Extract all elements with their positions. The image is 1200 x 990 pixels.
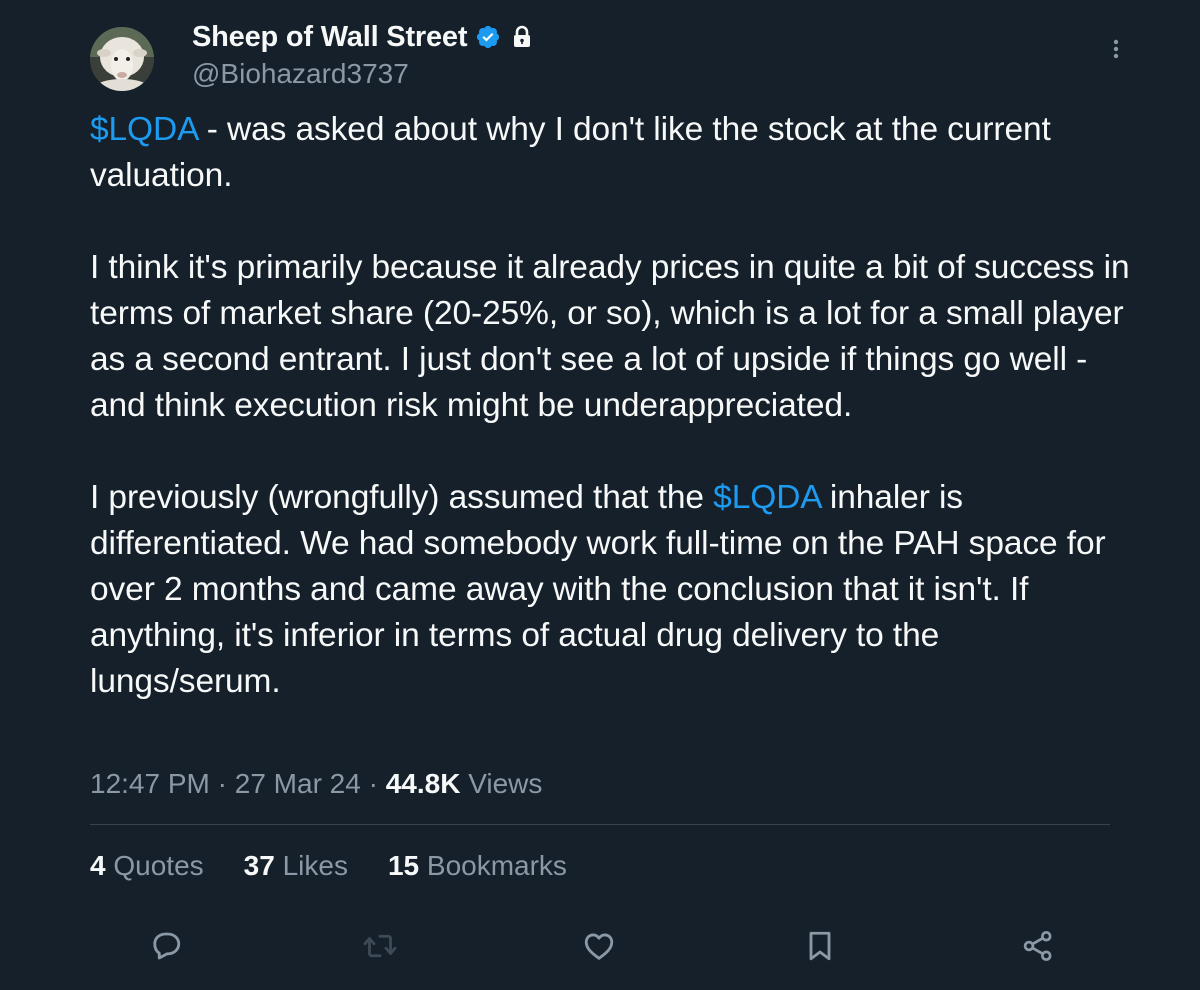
views-label: Views — [468, 768, 543, 799]
tweet-text-span: I previously (wrongfully) assumed that t… — [90, 479, 714, 516]
likes-label: Likes — [282, 850, 348, 881]
verified-badge-icon[interactable] — [475, 24, 501, 50]
cashtag-link[interactable]: $LQDA — [90, 111, 198, 148]
bookmarks-stat[interactable]: 15 Bookmarks — [388, 850, 567, 882]
author-display-name[interactable]: Sheep of Wall Street — [192, 21, 468, 54]
likes-count: 37 — [243, 850, 275, 881]
quotes-label: Quotes — [113, 850, 204, 881]
cashtag-link[interactable]: $LQDA — [713, 479, 821, 516]
tweet-paragraph: I think it's primarily because it alread… — [90, 245, 1130, 429]
tweet-date[interactable]: 27 Mar 24 — [235, 768, 361, 799]
engagement-stats: 4 Quotes 37 Likes 15 Bookmarks — [90, 850, 607, 882]
tweet-paragraph: I previously (wrongfully) assumed that t… — [90, 475, 1130, 705]
share-icon[interactable] — [1020, 928, 1056, 964]
tweet-text: $LQDA - was asked about why I don't like… — [90, 107, 1130, 705]
retweet-icon[interactable] — [362, 928, 398, 964]
author-block: Sheep of Wall Street @Biohazard3737 — [192, 18, 533, 90]
bookmarks-count: 15 — [387, 850, 420, 881]
meta-separator: · — [368, 768, 378, 799]
meta-separator: · — [217, 768, 227, 799]
views-count: 44.8K — [385, 768, 461, 799]
likes-stat[interactable]: 37 Likes — [244, 850, 348, 882]
tweet-time[interactable]: 12:47 PM — [90, 768, 210, 799]
divider — [90, 824, 1110, 825]
bookmarks-label: Bookmarks — [426, 850, 567, 881]
author-handle[interactable]: @Biohazard3737 — [192, 58, 533, 90]
bookmark-icon[interactable] — [802, 928, 838, 964]
tweet-paragraph: $LQDA - was asked about why I don't like… — [90, 107, 1130, 199]
avatar[interactable] — [90, 27, 154, 91]
like-icon[interactable] — [581, 928, 617, 964]
author-name-row: Sheep of Wall Street — [192, 18, 533, 56]
more-options-icon[interactable] — [1104, 34, 1128, 64]
quotes-count: 4 — [90, 850, 106, 881]
reply-icon[interactable] — [148, 928, 184, 964]
lock-icon — [511, 25, 533, 49]
quotes-stat[interactable]: 4 Quotes — [90, 850, 204, 882]
tweet-meta: 12:47 PM · 27 Mar 24 · 44.8K Views — [90, 768, 542, 800]
tweet-text-span: - was asked about why I don't like the s… — [90, 111, 1051, 194]
tweet-text-span: I think it's primarily because it alread… — [90, 249, 1130, 424]
